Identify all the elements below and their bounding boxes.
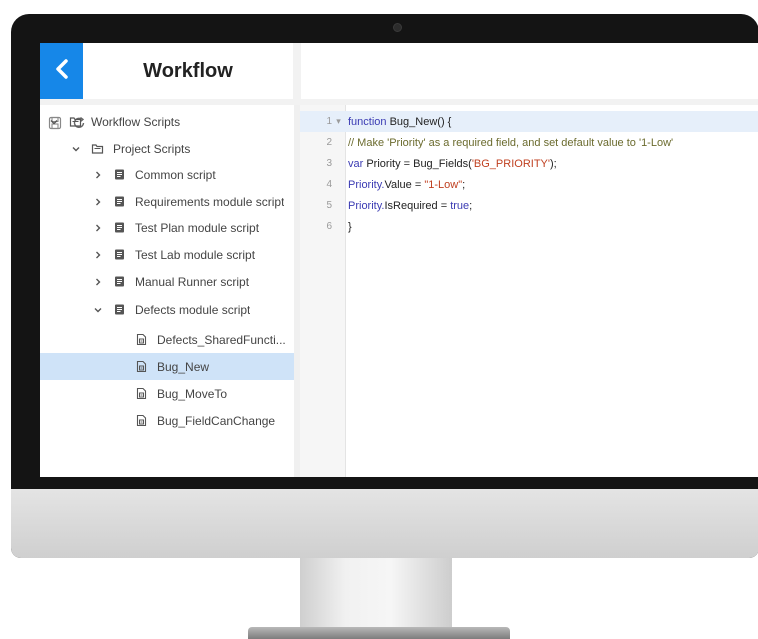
fold-icon[interactable]: ▾ bbox=[332, 116, 345, 127]
monitor-stand-neck bbox=[300, 558, 452, 630]
code-text: } bbox=[345, 221, 352, 233]
tree-item-label: Test Lab module script bbox=[135, 247, 256, 262]
code-line[interactable]: 3 var Priority = Bug_Fields('BG_PRIORITY'… bbox=[300, 153, 758, 174]
chevron-right-icon[interactable] bbox=[92, 277, 104, 287]
chevron-down-icon[interactable] bbox=[70, 144, 82, 154]
code-token: ; bbox=[469, 199, 473, 212]
chevron-right-icon[interactable] bbox=[92, 170, 104, 180]
code-line[interactable]: 5 Priority.IsRequired = true; bbox=[300, 195, 758, 216]
tree-item-label: Project Scripts bbox=[113, 141, 191, 156]
script-file-icon bbox=[134, 360, 148, 373]
code-token: IsRequired = bbox=[384, 199, 451, 212]
code-token: ); bbox=[549, 157, 557, 170]
code-token: Priority. bbox=[348, 178, 385, 191]
code-line[interactable]: 1 ▾ function Bug_New() { bbox=[300, 111, 758, 132]
line-number: 6 bbox=[326, 221, 332, 232]
code-token: true bbox=[450, 199, 470, 212]
tree-item-label: Bug_FieldCanChange bbox=[157, 413, 276, 428]
app-screen: Workflow Workflow Scripts Project Scripts… bbox=[40, 43, 758, 477]
code-token: Priority. bbox=[348, 199, 385, 212]
chevron-down-icon[interactable] bbox=[48, 117, 60, 127]
app-header: Workflow bbox=[40, 43, 758, 99]
tree-item-label: Defects_SharedFuncti... bbox=[157, 332, 286, 347]
tree-item-workflow-scripts[interactable]: Workflow Scripts bbox=[40, 108, 302, 135]
code-line[interactable]: 2 // Make 'Priority' as a required field,… bbox=[300, 132, 758, 153]
code-token: "1-Low" bbox=[424, 178, 463, 191]
monitor-stand-base bbox=[248, 627, 510, 639]
page-title: Workflow bbox=[143, 59, 233, 82]
tree-item-label: Defects module script bbox=[135, 302, 251, 317]
code-token: function bbox=[348, 115, 390, 128]
header-divider bbox=[293, 43, 301, 99]
monitor-chin bbox=[11, 489, 758, 558]
tree-item-label: Workflow Scripts bbox=[91, 114, 181, 129]
chevron-down-icon[interactable] bbox=[92, 305, 104, 315]
code-token: } bbox=[348, 220, 352, 233]
code-token: Value = bbox=[384, 178, 425, 191]
code-text: Priority.Value = "1-Low"; bbox=[345, 179, 465, 191]
script-file-icon bbox=[134, 387, 148, 400]
code-token: // Make 'Priority' as a required field, … bbox=[348, 136, 674, 149]
tree-item-label: Test Plan module script bbox=[135, 220, 260, 235]
tree-item-label: Bug_MoveTo bbox=[157, 386, 228, 401]
script-group-icon bbox=[112, 221, 126, 234]
code-token: var bbox=[348, 157, 367, 170]
code-text: // Make 'Priority' as a required field, … bbox=[345, 137, 673, 149]
script-group-icon bbox=[112, 248, 126, 261]
camera bbox=[393, 23, 402, 32]
code-text: function Bug_New() { bbox=[345, 116, 451, 128]
code-token: Priority = Bug_Fields( bbox=[366, 157, 472, 170]
tree-item-label: Common script bbox=[135, 167, 216, 182]
code-line[interactable]: 4 Priority.Value = "1-Low"; bbox=[300, 174, 758, 195]
script-file-icon bbox=[134, 333, 148, 346]
script-group-icon bbox=[112, 168, 126, 181]
code-text: var Priority = Bug_Fields('BG_PRIORITY')… bbox=[345, 158, 557, 170]
folder-icon bbox=[68, 115, 82, 128]
line-number: 4 bbox=[326, 179, 332, 190]
script-tree-panel: Workflow Scripts Project Scripts Common sc… bbox=[40, 105, 368, 477]
tree-item-label: Bug_New bbox=[157, 359, 210, 374]
line-number: 5 bbox=[326, 200, 332, 211]
monitor-frame: Workflow Workflow Scripts Project Scripts… bbox=[11, 14, 758, 558]
tree-item-label: Manual Runner script bbox=[135, 274, 250, 289]
back-button[interactable] bbox=[40, 43, 83, 99]
code-editor[interactable]: 1 ▾ function Bug_New() { 2 // Make 'Priority… bbox=[300, 105, 758, 477]
line-number: 2 bbox=[326, 137, 332, 148]
tree-item-label: Requirements module script bbox=[135, 194, 285, 209]
line-number: 1 bbox=[326, 116, 332, 127]
script-group-icon bbox=[112, 303, 126, 316]
script-group-icon bbox=[112, 275, 126, 288]
chevron-right-icon[interactable] bbox=[92, 223, 104, 233]
code-line[interactable]: 6} bbox=[300, 216, 758, 237]
folder-icon bbox=[90, 142, 104, 155]
code-token: Bug_New() { bbox=[389, 115, 452, 128]
script-group-icon bbox=[112, 195, 126, 208]
line-number: 3 bbox=[326, 158, 332, 169]
script-file-icon bbox=[134, 414, 148, 427]
code-text: Priority.IsRequired = true; bbox=[345, 200, 472, 212]
tree-item-project-scripts[interactable]: Project Scripts bbox=[40, 135, 324, 162]
code-token: 'BG_PRIORITY' bbox=[471, 157, 550, 170]
chevron-right-icon[interactable] bbox=[92, 250, 104, 260]
chevron-right-icon[interactable] bbox=[92, 197, 104, 207]
code-token: ; bbox=[462, 178, 466, 191]
chevron-left-icon bbox=[55, 58, 69, 84]
